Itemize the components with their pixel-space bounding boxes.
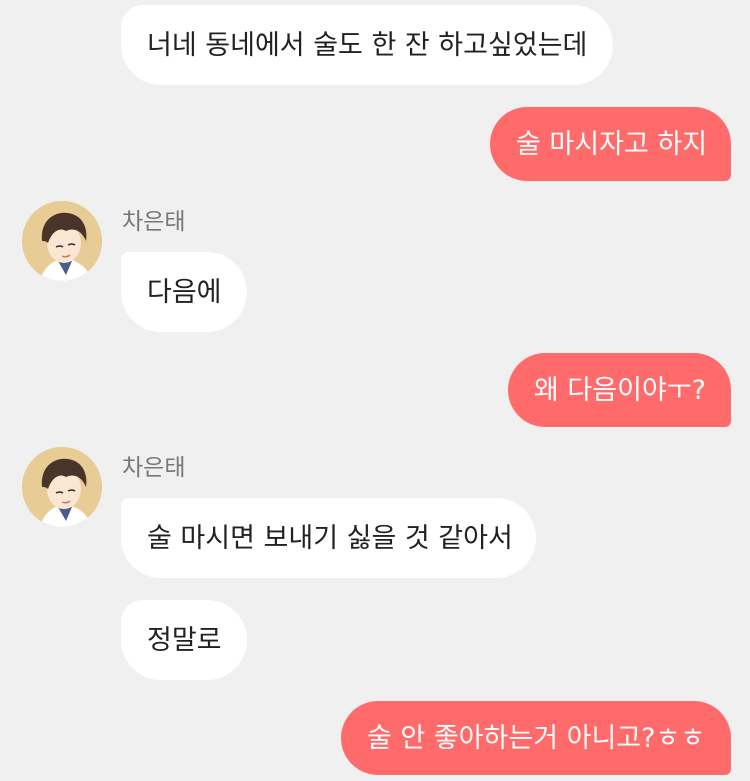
sender-name: 차은태 xyxy=(122,209,186,235)
message-text: 왜 다음이야ㅜ? xyxy=(534,374,706,406)
message-bubble-incoming: 술 마시면 보내기 싫을 것 같아서 xyxy=(121,498,536,578)
message-bubble-outgoing: 왜 다음이야ㅜ? xyxy=(508,353,731,427)
message-text: 술 마시면 보내기 싫을 것 같아서 xyxy=(147,522,513,554)
message-bubble-incoming: 너네 동네에서 술도 한 잔 하고싶었는데 xyxy=(121,5,613,85)
message-text: 다음에 xyxy=(147,276,222,308)
message-bubble-outgoing: 술 안 좋아하는거 아니고?ㅎㅎ xyxy=(341,701,731,775)
message-text: 정말로 xyxy=(147,624,222,656)
message-bubble-incoming: 정말로 xyxy=(121,600,247,680)
message-text: 술 안 좋아하는거 아니고?ㅎㅎ xyxy=(367,722,706,754)
message-bubble-incoming: 다음에 xyxy=(121,252,247,332)
message-bubble-outgoing: 술 마시자고 하지 xyxy=(490,107,731,181)
sender-name: 차은태 xyxy=(122,455,186,481)
message-text: 술 마시자고 하지 xyxy=(516,128,708,160)
profile-avatar-icon[interactable] xyxy=(22,447,102,527)
profile-avatar-icon[interactable] xyxy=(22,201,102,281)
message-text: 너네 동네에서 술도 한 잔 하고싶었는데 xyxy=(147,29,588,61)
